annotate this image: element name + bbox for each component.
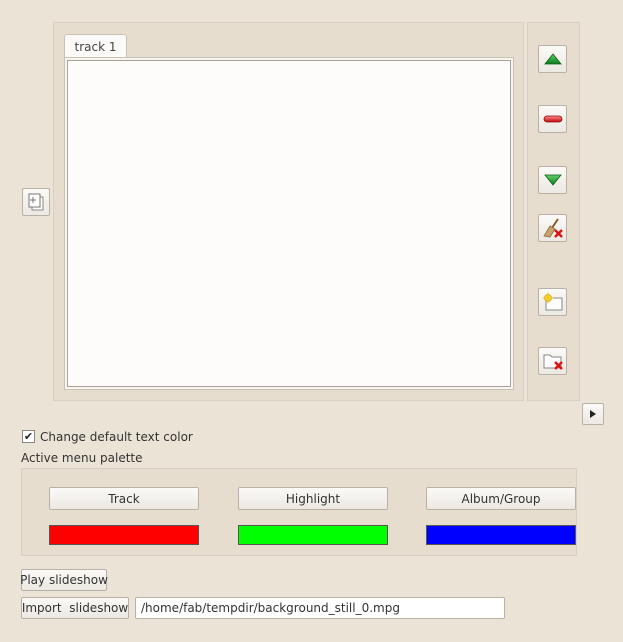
change-text-color-label: Change default text color [40,430,193,444]
move-up-button[interactable] [538,45,567,73]
add-page-button[interactable] [22,188,50,216]
track-list[interactable] [67,60,511,387]
import-slideshow-button[interactable]: Import slideshow [21,597,129,619]
play-arrow-icon [590,410,596,418]
tab-label: track 1 [74,39,117,54]
import-slideshow-label: Import slideshow [21,601,129,615]
track-color-button[interactable]: Track [49,487,199,510]
folder-delete-icon [543,354,563,370]
add-page-icon [28,193,44,211]
delete-folder-button[interactable] [538,347,567,375]
folder-new-icon [542,292,562,311]
slideshow-path-value: /home/fab/tempdir/background_still_0.mpg [141,601,400,615]
tab-track-1[interactable]: track 1 [64,34,127,58]
add-folder-button[interactable] [538,288,567,316]
slideshow-path-field[interactable]: /home/fab/tempdir/background_still_0.mpg [135,597,505,619]
remove-button[interactable] [538,105,567,133]
highlight-color-swatch [238,525,388,545]
green-down-arrow-icon [543,174,562,186]
palette-title: Active menu palette [21,451,143,465]
check-mark-icon: ✔ [23,430,34,443]
clear-button[interactable] [538,214,567,242]
album-group-color-button[interactable]: Album/Group [426,487,576,510]
red-minus-icon [543,115,562,123]
play-slideshow-label: Play slideshow [20,573,108,587]
play-slideshow-button[interactable]: Play slideshow [20,569,108,591]
move-down-button[interactable] [538,166,567,194]
highlight-color-button[interactable]: Highlight [238,487,388,510]
album-group-color-label: Album/Group [461,491,541,506]
track-color-label: Track [108,491,140,506]
highlight-color-label: Highlight [285,491,341,506]
album-group-color-swatch [426,525,576,545]
broom-delete-icon [542,218,563,238]
side-button-panel [527,22,580,401]
track-color-swatch [49,525,199,545]
expand-right-button[interactable] [582,403,604,425]
green-up-arrow-icon [543,53,562,65]
change-text-color-checkbox[interactable]: ✔ [22,430,35,443]
